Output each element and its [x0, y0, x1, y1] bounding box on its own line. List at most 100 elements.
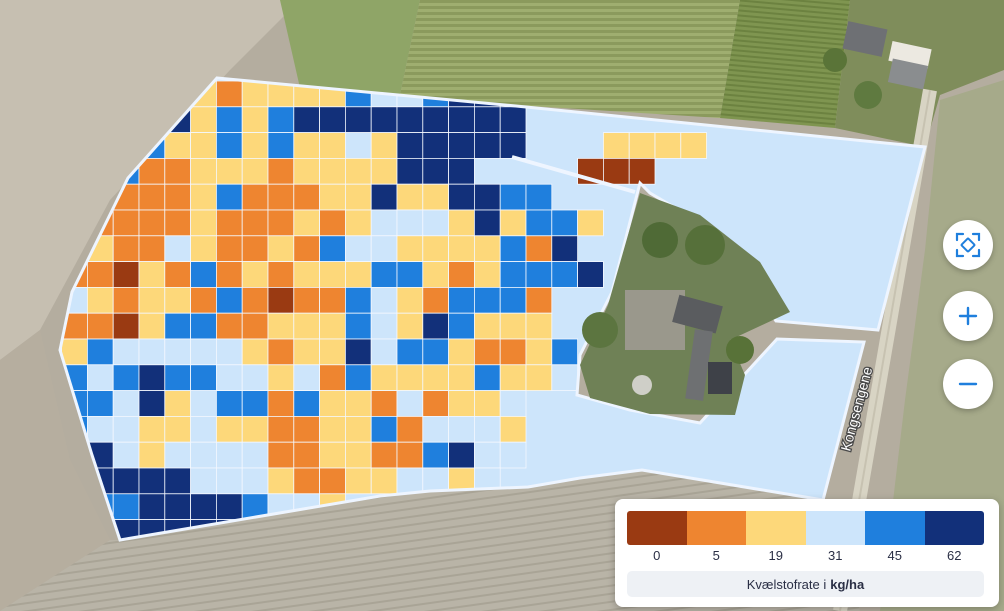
rate-cell — [525, 261, 553, 288]
rate-cell — [499, 106, 527, 134]
rate-cell — [473, 106, 501, 134]
rate-cell — [293, 415, 320, 443]
rate-cell — [551, 364, 578, 391]
rate-cell — [267, 364, 295, 391]
rate-cell — [241, 132, 269, 159]
rate-cell — [112, 415, 140, 443]
rate-cell — [241, 286, 269, 314]
rate-cell — [319, 364, 346, 391]
rate-cell — [344, 261, 372, 288]
rate-cell — [112, 441, 140, 469]
rate-cell — [370, 261, 398, 288]
rate-cell — [319, 183, 346, 211]
rate-cell — [628, 157, 656, 185]
rate-cell — [448, 390, 475, 417]
rate-cell — [344, 390, 372, 417]
rate-cell — [422, 209, 449, 237]
rate-cell — [551, 235, 578, 263]
rate-cell — [422, 235, 449, 263]
rate-cell — [344, 312, 372, 340]
rate-cell — [499, 364, 527, 391]
rate-cell — [215, 441, 243, 469]
rate-cell — [370, 132, 398, 159]
rate-cell — [190, 261, 217, 288]
rate-cell — [448, 132, 475, 159]
rate-cell — [87, 364, 114, 391]
rate-cell — [293, 106, 320, 134]
legend-swatch-62 — [924, 511, 984, 545]
rate-cell — [344, 157, 372, 185]
rate-cell — [293, 209, 320, 237]
rate-cell — [344, 132, 372, 159]
rate-cell — [293, 364, 320, 391]
rate-cell — [628, 132, 656, 159]
rate-cell — [241, 441, 269, 469]
rate-cell — [422, 312, 449, 340]
rate-cell — [448, 312, 475, 340]
rate-cell — [577, 209, 604, 237]
rate-cell — [87, 390, 114, 417]
rate-cell — [344, 364, 372, 391]
rate-cell — [473, 312, 501, 340]
rate-cell — [138, 364, 166, 391]
rate-cell — [138, 261, 166, 288]
rate-cell — [319, 106, 346, 134]
recenter-button[interactable] — [943, 220, 993, 270]
rate-cell — [473, 261, 501, 288]
rate-cell — [370, 415, 398, 443]
rate-cell — [396, 157, 424, 185]
rate-cell — [215, 415, 243, 443]
rate-cell — [164, 235, 192, 263]
rate-cell — [370, 364, 398, 391]
rate-cell — [499, 338, 527, 366]
zoom-out-button[interactable] — [943, 359, 993, 409]
rate-cell — [448, 106, 475, 134]
rate-cell — [396, 106, 424, 134]
rate-cell — [551, 261, 578, 288]
rate-cell — [448, 415, 475, 443]
rate-cell — [319, 441, 346, 469]
rate-cell — [448, 338, 475, 366]
rate-cell — [525, 209, 553, 237]
rate-cell — [293, 157, 320, 185]
rate-cell — [190, 132, 217, 159]
rate-cell — [448, 157, 475, 185]
plus-icon — [958, 306, 978, 326]
rate-cell — [164, 132, 192, 159]
rate-cell — [499, 441, 527, 469]
rate-cell — [267, 132, 295, 159]
rate-cell — [112, 364, 140, 391]
rate-cell — [396, 338, 424, 366]
rate-cell — [499, 312, 527, 340]
rate-cell — [499, 209, 527, 237]
rate-cell — [499, 415, 527, 443]
rate-cell — [190, 286, 217, 314]
rate-cell — [112, 209, 140, 237]
rate-cell — [319, 467, 346, 495]
rate-cell — [293, 441, 320, 469]
rate-cell — [319, 338, 346, 366]
rate-cell — [319, 209, 346, 237]
rate-cell — [603, 157, 630, 185]
rate-cell — [319, 286, 346, 314]
rate-cell — [344, 441, 372, 469]
rate-cell — [370, 286, 398, 314]
rate-cell — [87, 286, 114, 314]
rate-cell — [344, 415, 372, 443]
rate-cell — [190, 106, 217, 134]
rate-cell — [190, 390, 217, 417]
zoom-in-button[interactable] — [943, 291, 993, 341]
rate-cell — [215, 312, 243, 340]
legend-value: 62 — [947, 548, 962, 563]
rate-cell — [473, 338, 501, 366]
rate-cell — [190, 209, 217, 237]
rate-cell — [344, 467, 372, 495]
rate-cell — [293, 132, 320, 159]
rate-cell — [319, 261, 346, 288]
rate-cell — [370, 183, 398, 211]
rate-cell — [112, 312, 140, 340]
rate-cell — [396, 183, 424, 211]
legend-caption-unit: kg/ha — [830, 576, 865, 592]
rate-cell — [241, 261, 269, 288]
rate-cell — [551, 338, 578, 366]
